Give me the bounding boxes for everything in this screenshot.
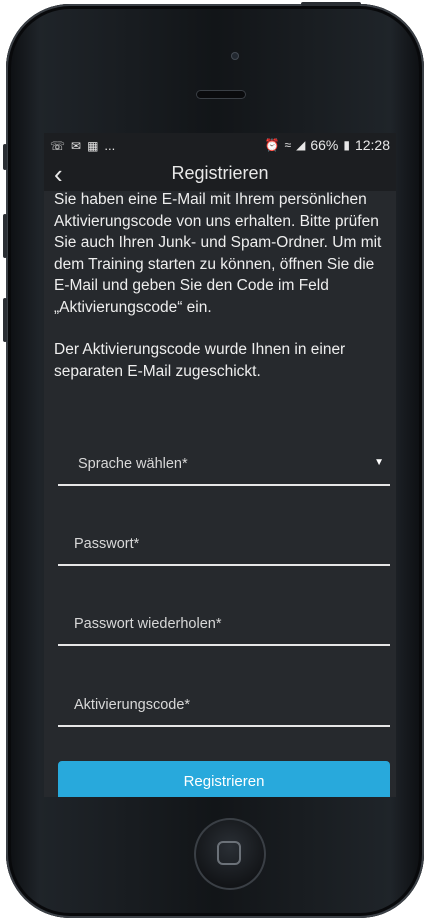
volume-up-button	[3, 144, 7, 170]
alarm-icon: ⏰	[264, 138, 280, 152]
activation-code-field-label: Aktivierungscode*	[74, 697, 191, 713]
password-field-label: Passwort*	[74, 536, 140, 552]
battery-percent: 66%	[310, 137, 339, 153]
power-button	[301, 2, 361, 6]
wifi-icon: ≈	[284, 138, 292, 152]
password-repeat-field-label: Passwort wiederholen*	[74, 616, 222, 632]
status-bar: ☏ ✉ ▦ ... ⏰ ≈ ◢ 66% ▮ 12:28	[44, 133, 396, 157]
app-screen: ☏ ✉ ▦ ... ⏰ ≈ ◢ 66% ▮ 12:28 ‹ Registrier…	[44, 133, 396, 797]
home-square-icon	[217, 841, 241, 865]
activation-code-field[interactable]: Aktivierungscode*	[58, 679, 390, 727]
status-time: 12:28	[354, 137, 390, 153]
signal-icon: ◢	[296, 138, 306, 152]
home-button[interactable]	[194, 818, 266, 890]
password-repeat-field[interactable]: Passwort wiederholen*	[58, 598, 390, 646]
mute-switch	[3, 298, 7, 342]
language-select-label: Sprache wählen*	[78, 456, 188, 472]
volume-down-button	[3, 214, 7, 258]
message-icon: ✉	[71, 138, 82, 153]
page-title: Registrieren	[171, 163, 269, 183]
front-camera	[231, 52, 239, 60]
nav-bar: ‹ Registrieren	[44, 157, 396, 191]
register-button[interactable]: Registrieren	[58, 761, 390, 797]
status-ellipsis: ...	[104, 138, 116, 153]
instructions-paragraph-2: Der Aktivierungscode wurde Ihnen in eine…	[54, 341, 346, 380]
battery-icon: ▮	[343, 138, 350, 152]
dropdown-arrow-icon: ▼	[374, 457, 384, 468]
instructions: Sie haben eine E-Mail mit Ihrem persönli…	[54, 189, 392, 382]
instructions-paragraph-1: Sie haben eine E-Mail mit Ihrem persönli…	[54, 191, 382, 316]
password-field[interactable]: Passwort*	[58, 518, 390, 566]
language-select[interactable]: Sprache wählen* ▼	[58, 438, 390, 486]
earpiece-speaker	[196, 90, 246, 99]
whatsapp-icon: ☏	[50, 138, 66, 153]
register-button-label: Registrieren	[183, 773, 265, 790]
notification-icon: ▦	[87, 138, 99, 153]
